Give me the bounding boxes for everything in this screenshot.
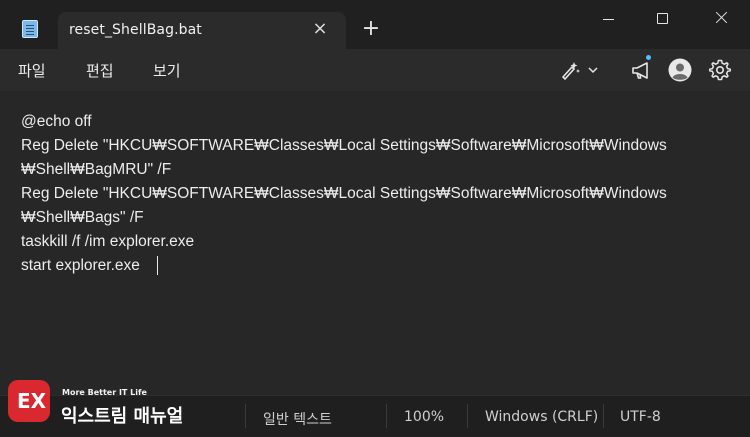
close-window-button[interactable] <box>699 7 745 33</box>
text-cursor <box>157 256 158 275</box>
maximize-button[interactable] <box>640 7 686 33</box>
menu-view[interactable]: 보기 <box>153 60 181 81</box>
status-encoding[interactable]: UTF-8 <box>620 409 661 425</box>
menu-edit[interactable]: 편집 <box>86 60 114 81</box>
minimize-button[interactable] <box>585 7 631 33</box>
watermark-brand: 익스트림 매뉴얼 <box>61 406 184 427</box>
status-divider <box>603 404 604 428</box>
megaphone-icon[interactable] <box>630 58 654 82</box>
editor-line: Reg Delete "HKCU₩SOFTWARE₩Classes₩Local … <box>21 185 667 202</box>
menu-bar: 파일 편집 보기 <box>0 49 750 91</box>
watermark-logo: EX <box>8 380 50 422</box>
watermark-tagline: More Better IT Life <box>62 388 147 397</box>
chevron-down-icon[interactable] <box>586 58 600 82</box>
notification-dot <box>646 55 651 60</box>
editor-line: start explorer.exe <box>21 257 140 274</box>
text-editor[interactable]: @echo off Reg Delete "HKCU₩SOFTWARE₩Clas… <box>0 91 750 395</box>
new-tab-button[interactable]: + <box>360 18 382 40</box>
close-tab-icon[interactable]: × <box>310 20 330 40</box>
logo-text: EX <box>17 389 47 413</box>
copilot-icon[interactable] <box>559 58 583 82</box>
editor-line: Reg Delete "HKCU₩SOFTWARE₩Classes₩Local … <box>21 137 667 154</box>
notepad-app-icon <box>22 20 38 38</box>
editor-line: taskkill /f /im explorer.exe <box>21 233 195 250</box>
editor-line: ₩Shell₩BagMRU" /F <box>21 161 172 178</box>
title-bar: reset_ShellBag.bat × + <box>0 0 750 49</box>
status-divider <box>467 404 468 428</box>
status-line-ending[interactable]: Windows (CRLF) <box>485 409 598 425</box>
menu-file[interactable]: 파일 <box>18 60 46 81</box>
profile-icon[interactable] <box>668 58 692 82</box>
status-divider <box>386 404 387 428</box>
status-text-mode: 일반 텍스트 <box>263 412 332 428</box>
status-zoom[interactable]: 100% <box>404 409 444 425</box>
editor-line: ₩Shell₩Bags" /F <box>21 209 144 226</box>
tab-title: reset_ShellBag.bat <box>69 22 202 38</box>
status-divider <box>245 404 246 428</box>
gear-icon[interactable] <box>708 58 732 82</box>
editor-line: @echo off <box>21 113 92 130</box>
tab-reset-shellbag[interactable]: reset_ShellBag.bat × <box>58 12 346 49</box>
